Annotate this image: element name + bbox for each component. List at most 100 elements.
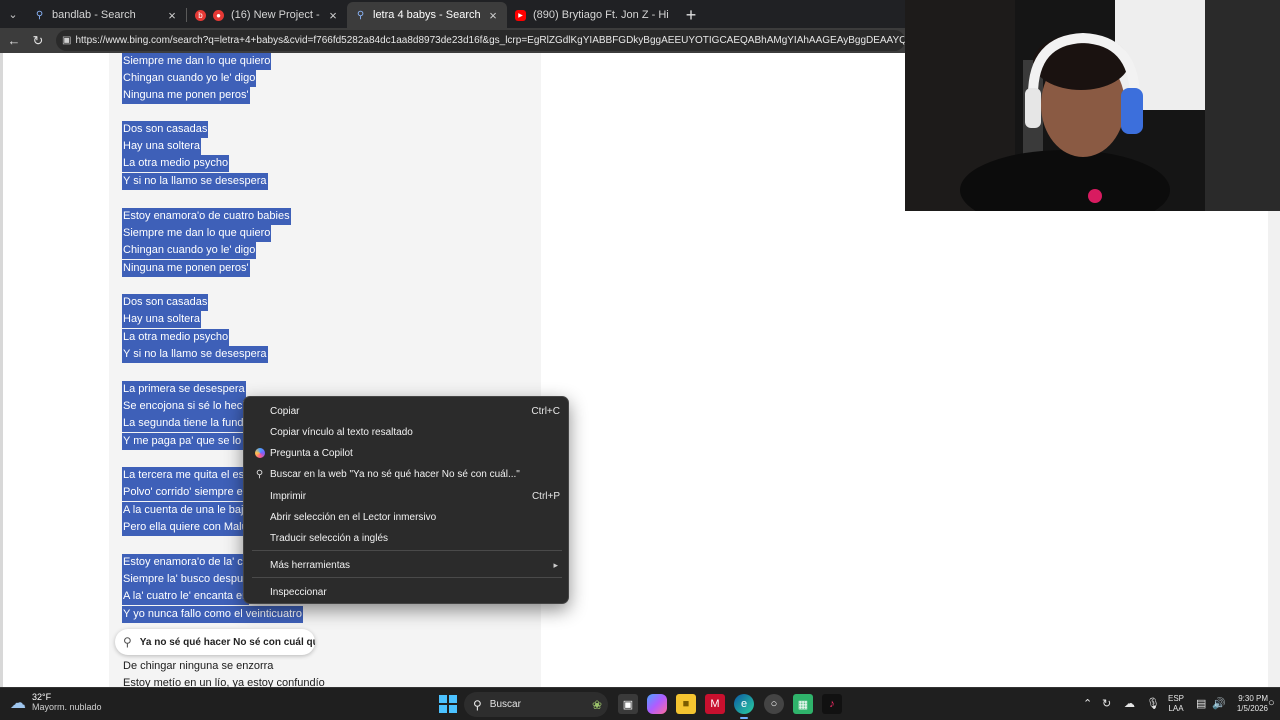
lyric-line: Chingan cuando yo le' digo	[122, 242, 257, 259]
tab-actions-chevron-icon[interactable]: ⌄	[0, 0, 26, 28]
lyric-line: Estoy metío en un lío, ya estoy confundí…	[123, 677, 325, 687]
search-icon: ⚲	[123, 635, 132, 649]
tiktok-icon[interactable]: ♪	[822, 694, 842, 714]
bandlab-icon: b	[195, 9, 206, 21]
windows-start-icon[interactable]	[438, 694, 458, 714]
menu-item-translate[interactable]: Traducir selección a inglés	[244, 528, 568, 548]
menu-item-shortcut: Ctrl+C	[531, 405, 560, 417]
copilot-icon[interactable]	[647, 694, 667, 714]
lyric-line: La tercera me quita el est	[122, 467, 249, 484]
refresh-icon[interactable]: ↻	[26, 29, 50, 53]
file-explorer-icon[interactable]: ■	[676, 694, 696, 714]
clock-time: 9:30 PM	[1238, 694, 1268, 703]
tab-letra-4-babys[interactable]: ⚲ letra 4 babys - Search ×	[347, 2, 507, 28]
search-icon: ⚲	[255, 468, 264, 480]
tab-title: bandlab - Search	[52, 9, 136, 21]
search-icon: ⚲	[356, 9, 365, 21]
menu-item-label: Imprimir	[270, 490, 307, 502]
menu-item-copilot[interactable]: Pregunta a Copilot	[244, 443, 568, 463]
close-icon[interactable]: ×	[166, 8, 178, 23]
taskbar-search[interactable]: ⚲ Buscar ❀	[464, 692, 608, 717]
menu-item-immersive-reader[interactable]: Abrir selección en el Lector inmersivo	[244, 507, 568, 527]
search-icon: ⚲	[473, 697, 482, 712]
steam-icon[interactable]: ○	[764, 694, 784, 714]
clock[interactable]: 9:30 PM 1/5/2026	[1226, 694, 1268, 714]
chevron-up-icon[interactable]: ⌃	[1083, 697, 1092, 710]
lyric-line: La segunda tiene la funda	[122, 415, 251, 432]
task-view-icon[interactable]: ▣	[618, 694, 638, 714]
menu-item-more-tools[interactable]: Más herramientas ▸	[244, 555, 568, 575]
menu-divider	[252, 577, 562, 578]
lyric-line: Hay una soltera	[122, 311, 202, 328]
weather-temperature: 32°F	[32, 692, 52, 702]
lyric-line: Dos son casadas	[122, 294, 209, 311]
tab-bandlab-search[interactable]: ⚲ bandlab - Search ×	[26, 2, 186, 28]
taskbar: ☁ 32°F Mayorm. nublado ⚲ Buscar ❀ ▣ ■ M …	[0, 687, 1280, 720]
back-arrow-icon[interactable]: ←	[2, 29, 26, 53]
cloud-icon[interactable]: ☁	[1124, 697, 1135, 710]
taskbar-search-label: Buscar	[489, 699, 521, 710]
menu-item-inspect[interactable]: Inspeccionar	[244, 582, 568, 602]
lyric-line: Y me paga pa' que se lo h	[122, 433, 252, 450]
menu-item-print[interactable]: Imprimir Ctrl+P	[244, 486, 568, 506]
lyric-line: Siempre me dan lo que quiero	[122, 53, 272, 70]
lyric-line: De chingar ninguna se enzorra	[123, 660, 274, 672]
page-scrollbar[interactable]	[1268, 211, 1280, 687]
notification-bell-icon[interactable]: ○	[1268, 697, 1275, 709]
selection-search-chip[interactable]: ⚲ Ya no sé qué hacer No sé con cuál qu..…	[115, 629, 315, 655]
menu-item-label: Traducir selección a inglés	[270, 532, 389, 544]
menu-item-label: Abrir selección en el Lector inmersivo	[270, 511, 437, 523]
lyric-line: Dos son casadas	[122, 121, 209, 138]
menu-item-search-web[interactable]: ⚲ Buscar en la web "Ya no sé qué hacer N…	[244, 464, 568, 484]
mcafee-icon[interactable]: M	[705, 694, 725, 714]
lyric-line: Se encojona si sé lo hecho	[122, 398, 256, 415]
lyric-line: Estoy enamora'o de la' cu	[122, 554, 250, 571]
new-tab-button[interactable]: +	[677, 2, 705, 28]
sync-icon[interactable]: ↻	[1102, 697, 1111, 710]
lyric-line: Ninguna me ponen peros'	[122, 87, 250, 104]
menu-item-copy[interactable]: Copiar Ctrl+C	[244, 401, 568, 421]
clock-date: 1/5/2026	[1236, 704, 1268, 713]
weather-widget[interactable]: ☁ 32°F Mayorm. nublado	[10, 692, 102, 713]
lyric-line: Pero ella quiere con Malu	[122, 519, 249, 536]
lyric-line: Estoy enamora'o de cuatro babies	[122, 208, 291, 225]
android-icon[interactable]: ▦	[793, 694, 813, 714]
volume-icon[interactable]: 🔊	[1212, 697, 1226, 710]
menu-item-copy-link[interactable]: Copiar vínculo al texto resaltado	[244, 422, 568, 442]
network-icon[interactable]: ▤	[1196, 697, 1206, 710]
menu-item-label: Copiar	[270, 405, 300, 417]
navigation-bar: ← ↻ ▣ https://www.bing.com/search?q=letr…	[0, 28, 905, 53]
menu-item-label: Inspeccionar	[270, 586, 327, 598]
menu-divider	[252, 550, 562, 551]
lyric-line: Ninguna me ponen peros'	[122, 260, 250, 277]
tab-title: (890) Brytiago Ft. Jon Z - High (Vi	[533, 9, 669, 21]
page-border	[0, 53, 3, 687]
tab-title: letra 4 babys - Search	[373, 9, 480, 21]
close-icon[interactable]: ×	[327, 8, 339, 23]
webcam-image	[905, 0, 1280, 211]
menu-item-label: Más herramientas	[270, 559, 351, 571]
close-icon[interactable]: ×	[487, 8, 499, 23]
search-icon: ⚲	[35, 9, 44, 21]
language-indicator[interactable]: ESP LAA	[1168, 694, 1184, 714]
menu-item-label: Pregunta a Copilot	[270, 447, 353, 459]
site-info-icon[interactable]: ▣	[62, 35, 71, 46]
chevron-right-icon: ▸	[553, 559, 558, 570]
tab-youtube-brytiago[interactable]: ▶ (890) Brytiago Ft. Jon Z - High (Vi	[507, 2, 677, 28]
weather-description: Mayorm. nublado	[32, 702, 102, 712]
microphone-icon[interactable]: 🎙	[1146, 697, 1160, 710]
edge-icon[interactable]: e	[734, 694, 754, 714]
lyric-line: Y yo nunca fallo como el veinticuatro	[122, 606, 303, 623]
lyric-line: A la' cuatro le' encanta en	[122, 588, 250, 605]
tab-strip: ⌄ ⚲ bandlab - Search × b ● (16) New Proj…	[0, 0, 905, 28]
context-menu: Copiar Ctrl+C Copiar vínculo al texto re…	[243, 396, 569, 604]
lyric-line: La otra medio psycho	[122, 329, 230, 346]
copilot-icon	[254, 448, 265, 459]
lyric-line: Siempre me dan lo que quiero	[122, 225, 272, 242]
tab-new-project-studio[interactable]: b ● (16) New Project - Studio ×	[187, 2, 347, 28]
lyric-line: Chingan cuando yo le' digo	[122, 70, 257, 87]
lyric-line: Y si no la llamo se desespera	[122, 346, 268, 363]
lyric-line: Polvo' corrido' siempre ec	[122, 484, 250, 501]
cloud-icon: ☁	[10, 694, 26, 712]
address-bar[interactable]: ▣ https://www.bing.com/search?q=letra+4+…	[56, 30, 905, 51]
